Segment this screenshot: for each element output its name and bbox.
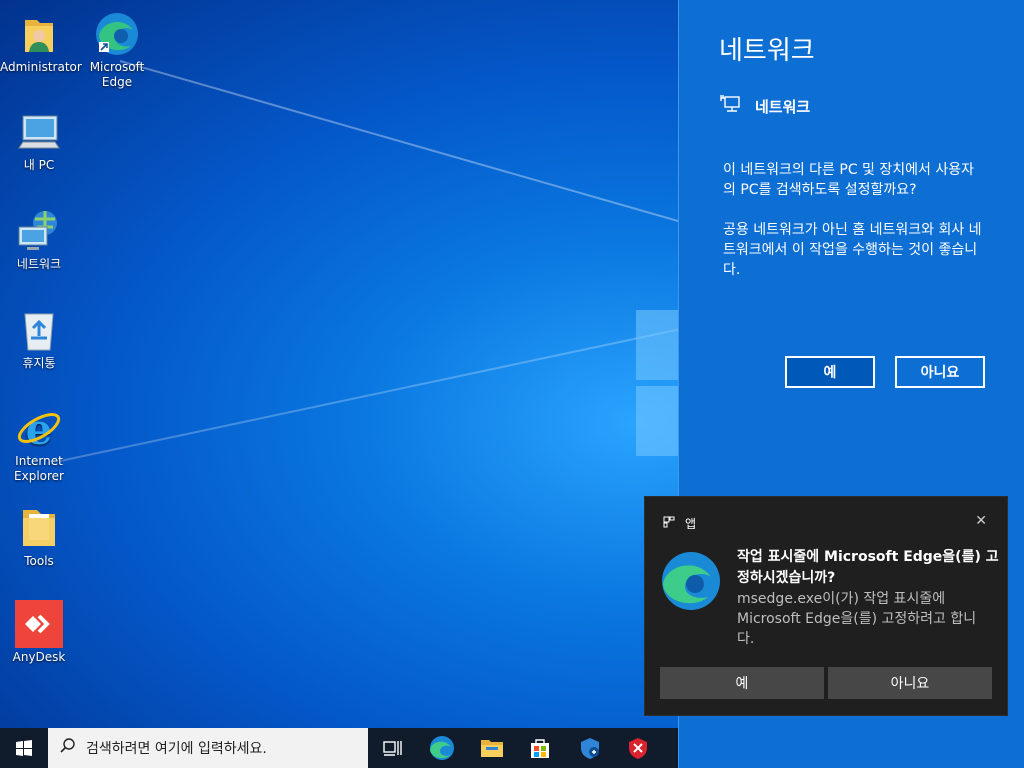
folder-icon — [15, 504, 63, 552]
network-subtitle-row: 네트워크 — [719, 94, 810, 118]
desktop-icon-label: Tools — [24, 554, 54, 568]
wallpaper-windows-logo — [636, 310, 680, 456]
network-globe-icon — [15, 207, 63, 255]
desktop-icon-label: Microsoft Edge — [89, 60, 145, 89]
network-no-button[interactable]: 아니요 — [895, 356, 985, 388]
windows-start-icon — [16, 740, 32, 756]
desktop-icon-internet-explorer[interactable]: e Internet Explorer — [0, 400, 78, 484]
desktop-icon-recycle-bin[interactable]: 휴지통 — [0, 302, 78, 371]
desktop-icon-label: 네트워크 — [16, 257, 62, 271]
edge-logo-icon — [661, 551, 721, 611]
toast-no-button[interactable]: 아니요 — [828, 667, 992, 699]
desktop-icon-label: 휴지통 — [22, 356, 56, 370]
pin-edge-toast: 앱 ✕ 작업 표시줄에 Microsoft Edge을(를) 고정하시겠습니까?… — [644, 496, 1008, 716]
user-folder-icon — [15, 10, 63, 58]
edge-icon — [93, 10, 141, 58]
close-icon[interactable]: ✕ — [975, 513, 987, 529]
desktop-icon-administrator[interactable]: Administrator — [0, 6, 82, 75]
toast-body: msedge.exe이(가) 작업 표시줄에 Microsoft Edge을(를… — [737, 591, 977, 647]
search-placeholder: 검색하려면 여기에 입력하세요. — [86, 741, 267, 757]
desktop-icon-label: Internet Explorer — [14, 454, 64, 483]
ethernet-icon — [719, 94, 741, 118]
desktop-icon-label: Administrator — [0, 60, 82, 74]
desktop-icon-anydesk[interactable]: AnyDesk — [0, 596, 78, 665]
recycle-bin-icon — [15, 306, 63, 354]
taskbar: 검색하려면 여기에 입력하세요. — [0, 728, 678, 768]
store-icon[interactable] — [516, 728, 564, 768]
start-button[interactable] — [0, 728, 48, 768]
desktop-icon-microsoft-edge[interactable]: Microsoft Edge — [78, 6, 156, 90]
desktop-icon-label: 내 PC — [23, 158, 55, 172]
desktop-icon-tools[interactable]: Tools — [0, 500, 78, 569]
search-icon — [60, 738, 76, 758]
network-name: 네트워크 — [755, 97, 811, 116]
discovery-question: 이 네트워크의 다른 PC 및 장치에서 사용자의 PC를 검색하도록 설정할까… — [723, 162, 974, 198]
computer-icon — [15, 108, 63, 156]
svg-text:e: e — [26, 405, 53, 452]
desktop-icon-this-pc[interactable]: 내 PC — [0, 104, 78, 173]
internet-explorer-icon: e — [15, 404, 63, 454]
desktop-icon-network[interactable]: 네트워크 — [0, 203, 78, 272]
anydesk-icon — [15, 600, 63, 648]
file-explorer-icon[interactable] — [468, 728, 516, 768]
toast-yes-button[interactable]: 예 — [660, 667, 824, 699]
edge-icon[interactable] — [418, 728, 466, 768]
toast-app-label: 앱 — [685, 517, 697, 531]
taskbar-search-box[interactable]: 검색하려면 여기에 입력하세요. — [48, 728, 368, 768]
panel-message: 이 네트워크의 다른 PC 및 장치에서 사용자의 PC를 검색하도록 설정할까… — [723, 160, 983, 300]
desktop-icon-label: AnyDesk — [12, 650, 66, 664]
app-icon — [663, 516, 675, 531]
toast-header: 앱 — [663, 515, 696, 532]
discovery-advice: 공용 네트워크가 아닌 홈 네트워크와 회사 네트워크에서 이 작업을 수행하는… — [723, 222, 982, 278]
defender-icon[interactable] — [566, 728, 614, 768]
panel-title: 네트워크 — [719, 36, 815, 66]
network-yes-button[interactable]: 예 — [785, 356, 875, 388]
antivirus-shield-icon[interactable] — [614, 728, 662, 768]
task-view-icon[interactable] — [368, 728, 416, 768]
toast-title: 작업 표시줄에 Microsoft Edge을(를) 고정하시겠습니까? — [737, 549, 999, 586]
